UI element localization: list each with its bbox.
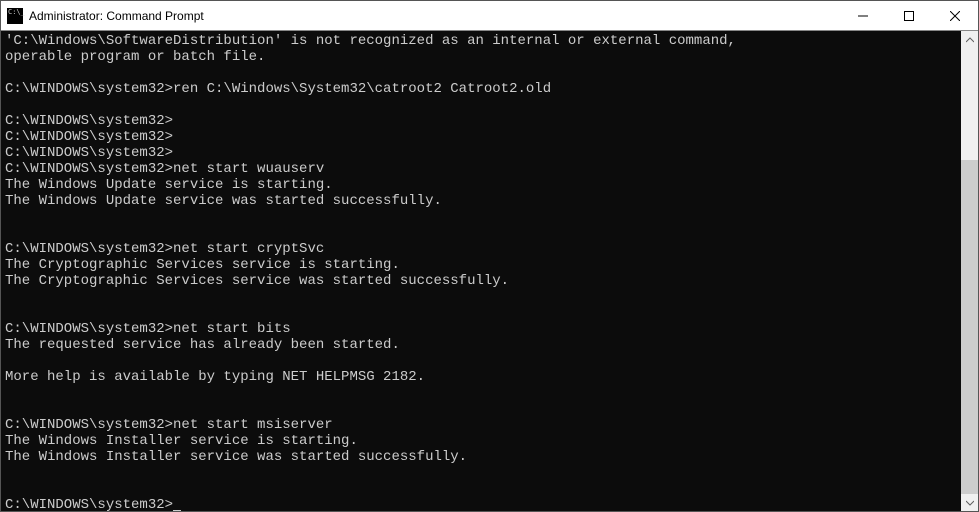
- terminal-line: [5, 65, 957, 81]
- terminal-line: [5, 209, 957, 225]
- terminal-line: [5, 385, 957, 401]
- chevron-up-icon: [966, 36, 974, 44]
- close-button[interactable]: [932, 1, 978, 30]
- vertical-scrollbar[interactable]: [961, 31, 978, 511]
- window-controls: [840, 1, 978, 30]
- terminal-line: [5, 225, 957, 241]
- terminal-line: The Cryptographic Services service was s…: [5, 273, 957, 289]
- scroll-up-button[interactable]: [961, 31, 978, 48]
- terminal-line: [5, 305, 957, 321]
- terminal-line: C:\WINDOWS\system32>net start cryptSvc: [5, 241, 957, 257]
- terminal-line: [5, 401, 957, 417]
- command-prompt-window: Administrator: Command Prompt 'C:\Window…: [0, 0, 979, 512]
- maximize-icon: [904, 11, 914, 21]
- terminal-line: C:\WINDOWS\system32>ren C:\Windows\Syste…: [5, 81, 957, 97]
- terminal-line: C:\WINDOWS\system32>net start msiserver: [5, 417, 957, 433]
- cmd-icon: [7, 8, 23, 24]
- scroll-down-button[interactable]: [961, 494, 978, 511]
- terminal-line: More help is available by typing NET HEL…: [5, 369, 957, 385]
- terminal-line: C:\WINDOWS\system32>: [5, 113, 957, 129]
- cursor: [173, 510, 181, 511]
- terminal-line: operable program or batch file.: [5, 49, 957, 65]
- terminal-line: The Windows Update service is starting.: [5, 177, 957, 193]
- terminal-area: 'C:\Windows\SoftwareDistribution' is not…: [1, 31, 978, 511]
- terminal-line: [5, 465, 957, 481]
- terminal-line: [5, 353, 957, 369]
- terminal-line: The Windows Installer service was starte…: [5, 449, 957, 465]
- terminal-output[interactable]: 'C:\Windows\SoftwareDistribution' is not…: [1, 31, 961, 511]
- terminal-line: The Windows Installer service is startin…: [5, 433, 957, 449]
- close-icon: [950, 11, 960, 21]
- terminal-line: [5, 97, 957, 113]
- minimize-button[interactable]: [840, 1, 886, 30]
- terminal-line: [5, 481, 957, 497]
- prompt-text: C:\WINDOWS\system32>: [5, 497, 173, 511]
- terminal-line: C:\WINDOWS\system32>net start bits: [5, 321, 957, 337]
- terminal-line: [5, 289, 957, 305]
- terminal-line: The requested service has already been s…: [5, 337, 957, 353]
- titlebar[interactable]: Administrator: Command Prompt: [1, 1, 978, 31]
- terminal-prompt-line[interactable]: C:\WINDOWS\system32>: [5, 497, 957, 511]
- terminal-line: The Cryptographic Services service is st…: [5, 257, 957, 273]
- maximize-button[interactable]: [886, 1, 932, 30]
- terminal-line: C:\WINDOWS\system32>: [5, 145, 957, 161]
- scroll-thumb[interactable]: [961, 160, 978, 495]
- terminal-line: 'C:\Windows\SoftwareDistribution' is not…: [5, 33, 957, 49]
- terminal-line: C:\WINDOWS\system32>net start wuauserv: [5, 161, 957, 177]
- terminal-line: C:\WINDOWS\system32>: [5, 129, 957, 145]
- window-title: Administrator: Command Prompt: [29, 9, 840, 23]
- minimize-icon: [858, 11, 868, 21]
- scroll-track[interactable]: [961, 48, 978, 494]
- chevron-down-icon: [966, 499, 974, 507]
- terminal-line: The Windows Update service was started s…: [5, 193, 957, 209]
